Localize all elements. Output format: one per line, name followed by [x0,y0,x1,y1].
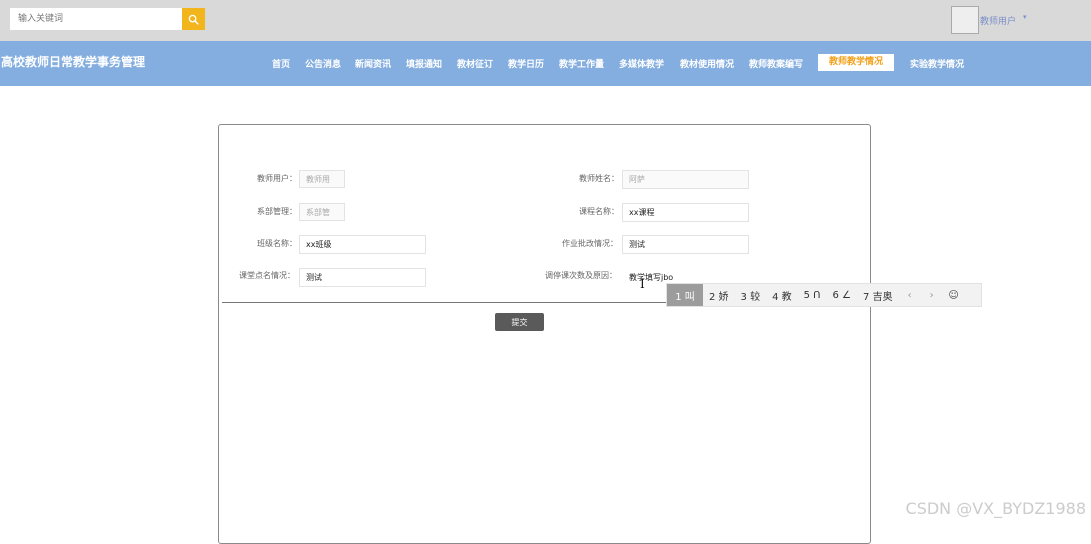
chevron-left-icon[interactable]: ‹ [899,290,921,301]
course-name-field[interactable]: xx课程 [622,203,749,222]
ime-candidate-bar: 1 叫 2 娇 3 较 4 教 5 Ո 6 ∠ 7 吉奥 ‹ › ☺ [666,283,982,307]
nav-item-announcements[interactable]: 公告消息 [305,57,341,73]
chevron-down-icon[interactable]: ▾ [1023,13,1027,21]
search-icon [188,14,199,25]
avatar[interactable] [951,6,979,34]
ime-candidate[interactable]: 4 教 [766,284,798,306]
nav-item-teaching-calendar[interactable]: 教学日历 [508,57,544,73]
ime-candidate[interactable]: 5 Ո [798,284,827,306]
department-label: 系部管理： [257,206,297,217]
class-change-field[interactable]: 教学填写jbo [629,272,673,283]
nav-item-report-notice[interactable]: 填报通知 [406,57,442,73]
ime-candidate[interactable]: 1 叫 [667,284,703,306]
nav-item-teaching-status[interactable]: 教师教学情况 [818,54,894,71]
nav-item-multimedia[interactable]: 多媒体教学 [619,57,664,73]
department-field: 系部管 [299,203,345,221]
watermark: CSDN @VX_BYDZ1988 [906,499,1086,518]
nav-item-news[interactable]: 新闻资讯 [355,57,391,73]
roll-call-field[interactable]: 测试 [299,268,426,287]
homework-label: 作业批改情况： [562,238,618,249]
class-name-field[interactable]: xx班级 [299,235,426,254]
nav-item-textbook-usage[interactable]: 教材使用情况 [680,57,734,73]
user-name[interactable]: 教师用户 [980,14,1016,27]
nav-item-lab-teaching[interactable]: 实验教学情况 [910,57,964,73]
ime-candidate[interactable]: 3 较 [735,284,767,306]
nav-item-textbook-order[interactable]: 教材征订 [457,57,493,73]
search-input[interactable] [10,8,182,30]
search-button[interactable] [182,8,205,30]
roll-call-label: 课堂点名情况： [239,270,295,281]
teacher-account-field: 教师用 [299,170,345,188]
text-cursor-icon: I [640,277,645,291]
nav-item-home[interactable]: 首页 [272,57,290,73]
top-bar: 教师用户 ▾ [0,0,1091,41]
chevron-right-icon[interactable]: › [921,290,943,301]
ime-candidate[interactable]: 2 娇 [703,284,735,306]
teacher-name-label: 教师姓名： [579,173,619,184]
teacher-account-label: 教师用户： [257,173,297,184]
class-name-label: 班级名称： [257,238,297,249]
site-title: 高校教师日常教学事务管理 [1,53,145,70]
ime-candidate[interactable]: 7 吉奥 [857,284,899,306]
nav-item-lesson-plan[interactable]: 教师教案编写 [749,57,803,73]
homework-field[interactable]: 测试 [622,235,749,254]
nav-item-workload[interactable]: 教学工作量 [559,57,604,73]
form-panel: 教师用户： 教师用 教师姓名： 阿萨 系部管理： 系部管 课程名称： xx课程 … [218,124,871,544]
emoji-icon[interactable]: ☺ [943,290,965,301]
teacher-name-field: 阿萨 [622,170,749,189]
submit-button[interactable]: 提交 [495,313,544,331]
class-change-label: 调停课次数及原因： [545,270,617,281]
ime-candidate[interactable]: 6 ∠ [827,284,858,306]
course-name-label: 课程名称： [579,206,619,217]
main-nav: 高校教师日常教学事务管理 首页 公告消息 新闻资讯 填报通知 教材征订 教学日历… [0,41,1091,86]
